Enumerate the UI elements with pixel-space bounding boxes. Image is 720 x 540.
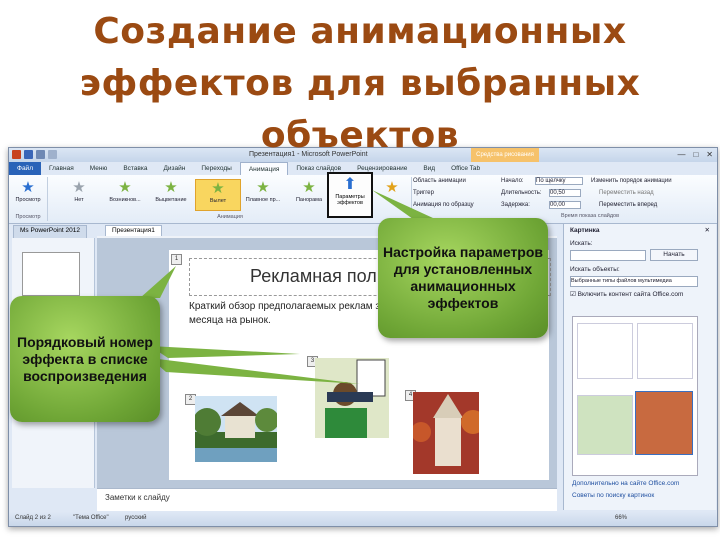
effect-options-callout: Настройка параметров для установленных а… xyxy=(378,218,548,338)
order-pointer-3 xyxy=(150,358,360,384)
effect-order-callout: Порядковый номер эффекта в списке воспро… xyxy=(10,296,160,422)
order-pointer-1 xyxy=(140,266,176,298)
order-pointer-2 xyxy=(150,346,300,358)
callout-pointers xyxy=(140,190,446,384)
